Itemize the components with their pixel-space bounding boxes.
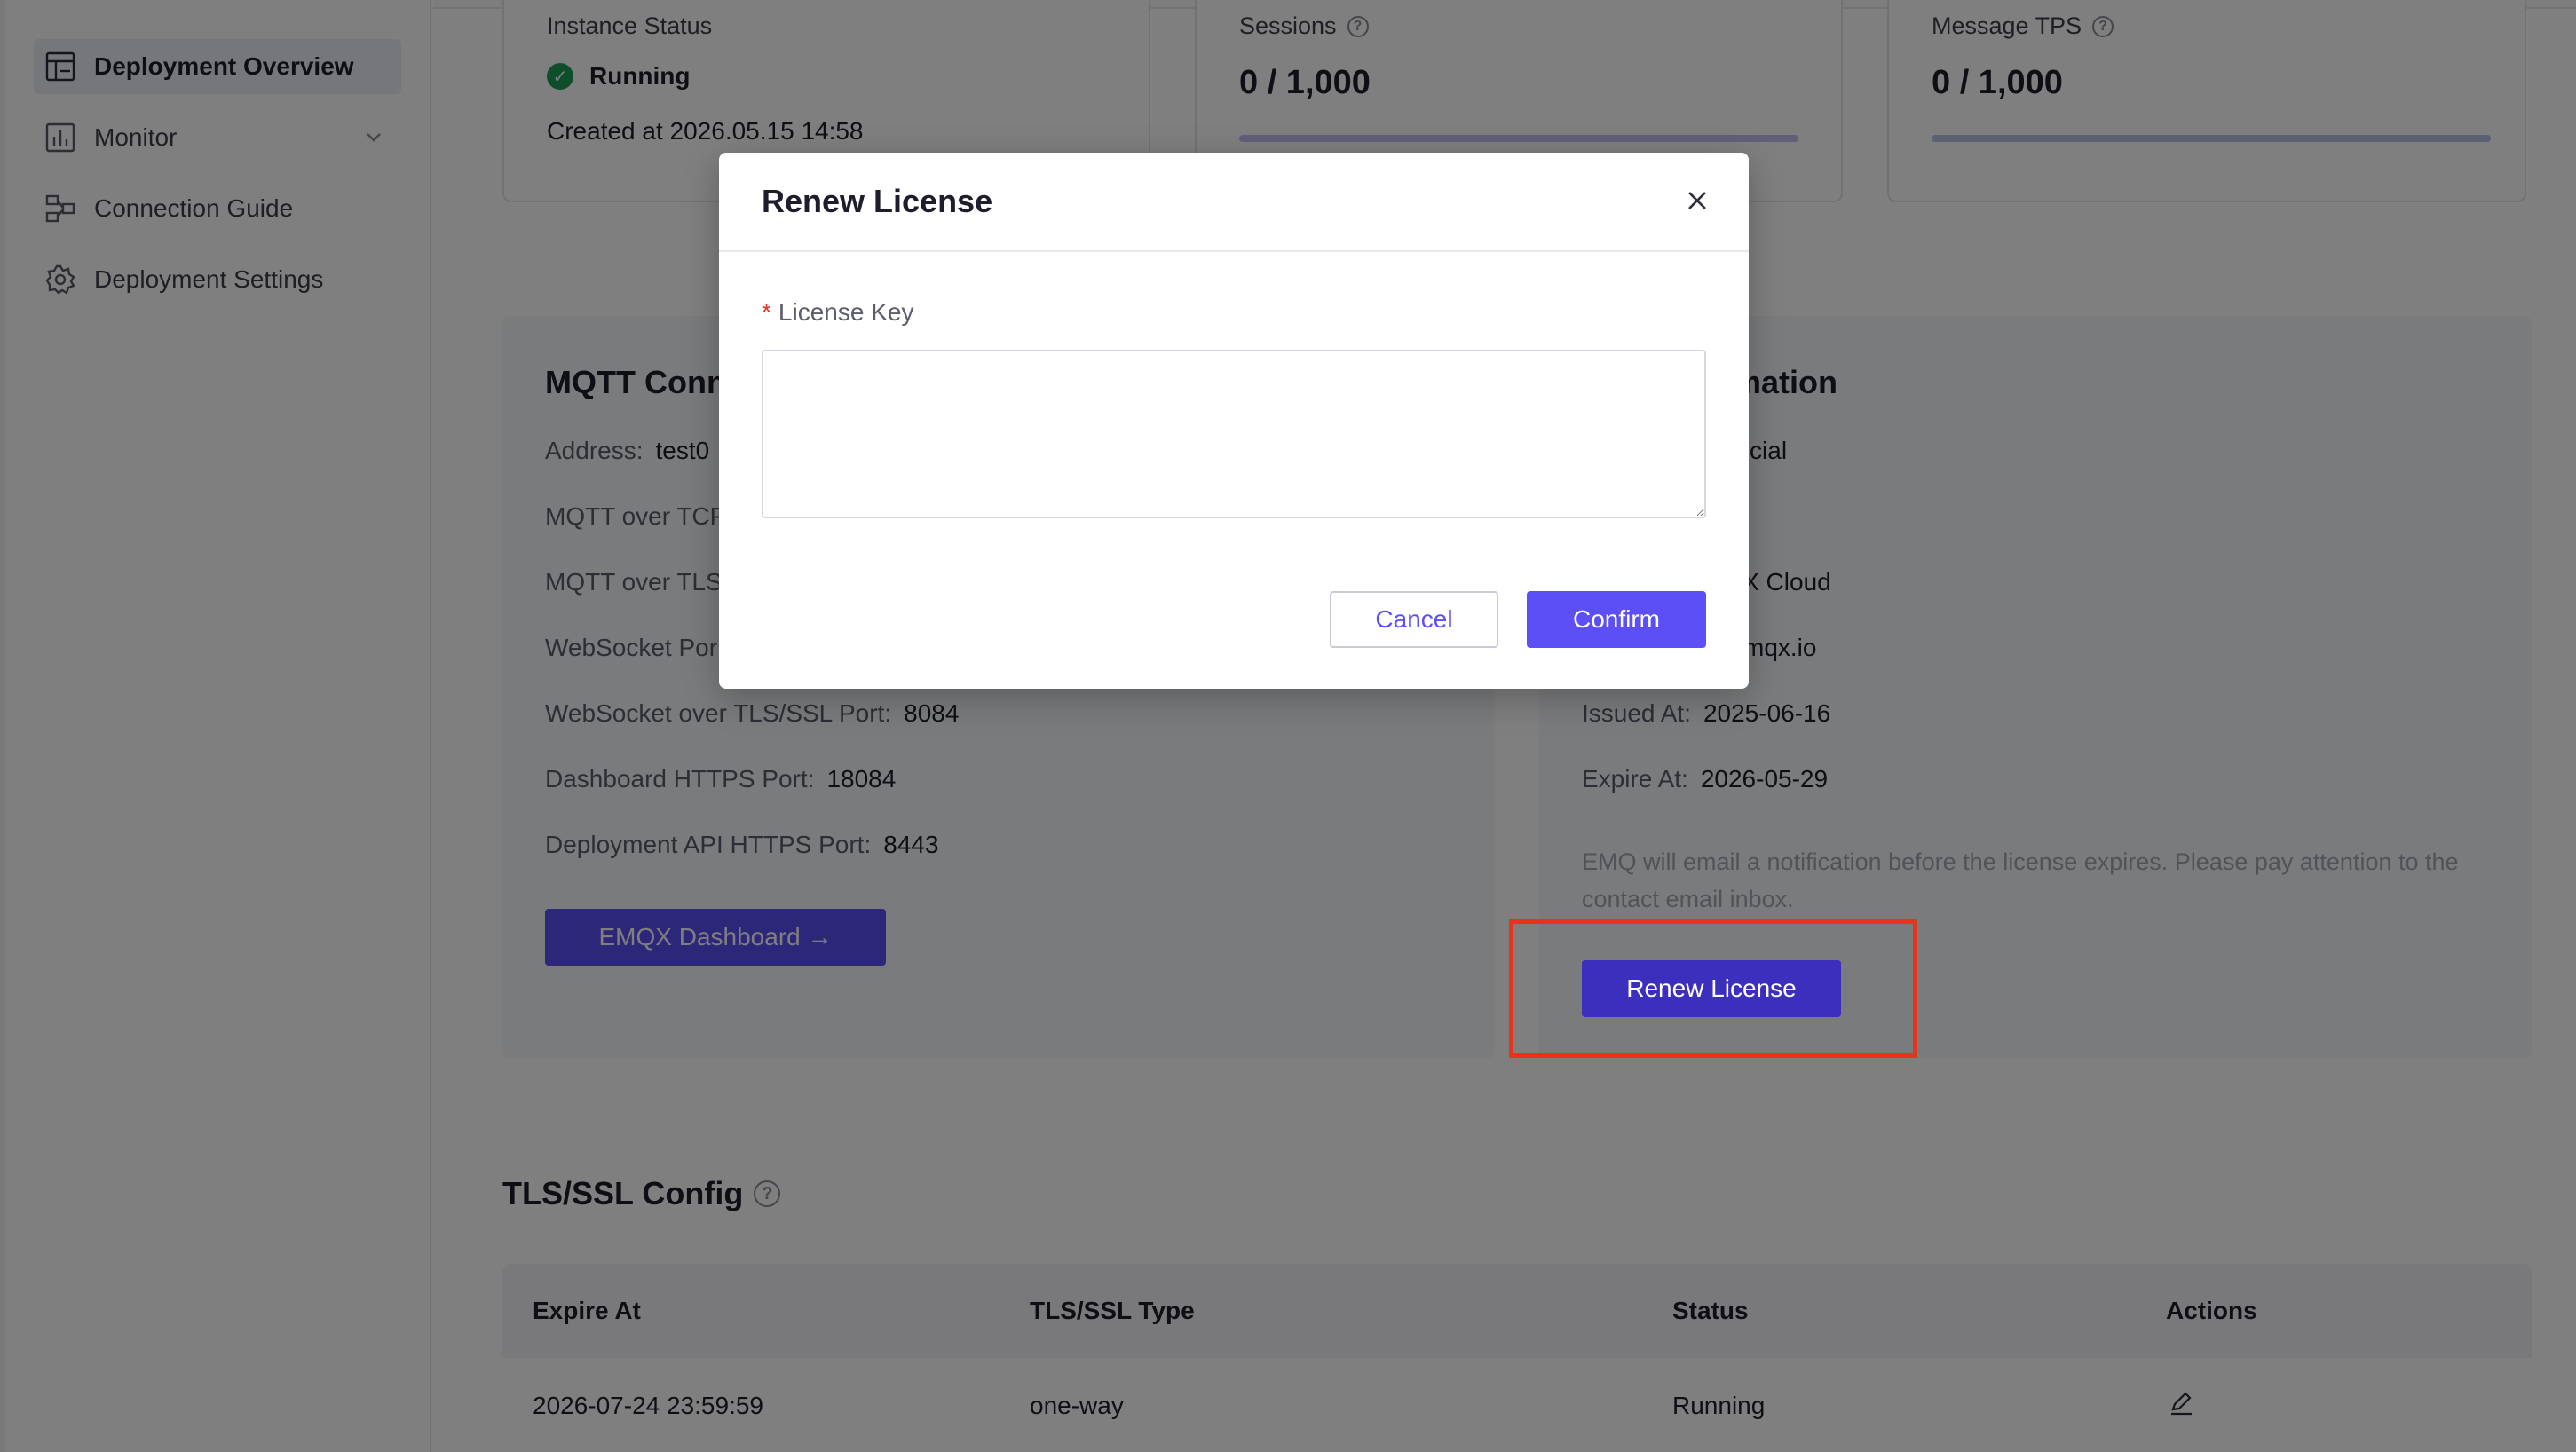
close-button[interactable] [1679, 185, 1715, 220]
required-mark: * [762, 298, 771, 326]
license-key-label: * License Key [762, 298, 913, 327]
close-icon [1686, 189, 1709, 217]
license-key-label-text: License Key [778, 298, 914, 326]
cancel-button[interactable]: Cancel [1330, 591, 1498, 648]
modal-title: Renew License [762, 183, 993, 219]
confirm-button[interactable]: Confirm [1527, 591, 1706, 648]
modal-header: Renew License [719, 153, 1749, 252]
renew-license-modal: Renew License * License Key Cancel Confir… [719, 153, 1749, 689]
highlight-box [1509, 919, 1917, 1058]
license-key-input[interactable] [762, 350, 1706, 518]
